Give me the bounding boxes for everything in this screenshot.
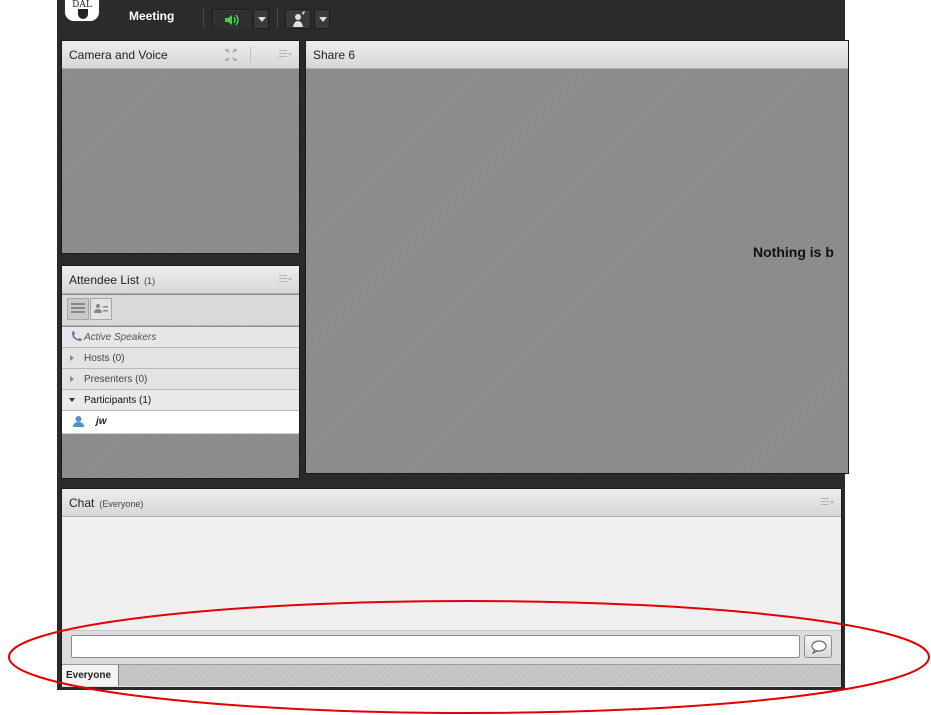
red-annotation-ellipse [8,600,930,714]
